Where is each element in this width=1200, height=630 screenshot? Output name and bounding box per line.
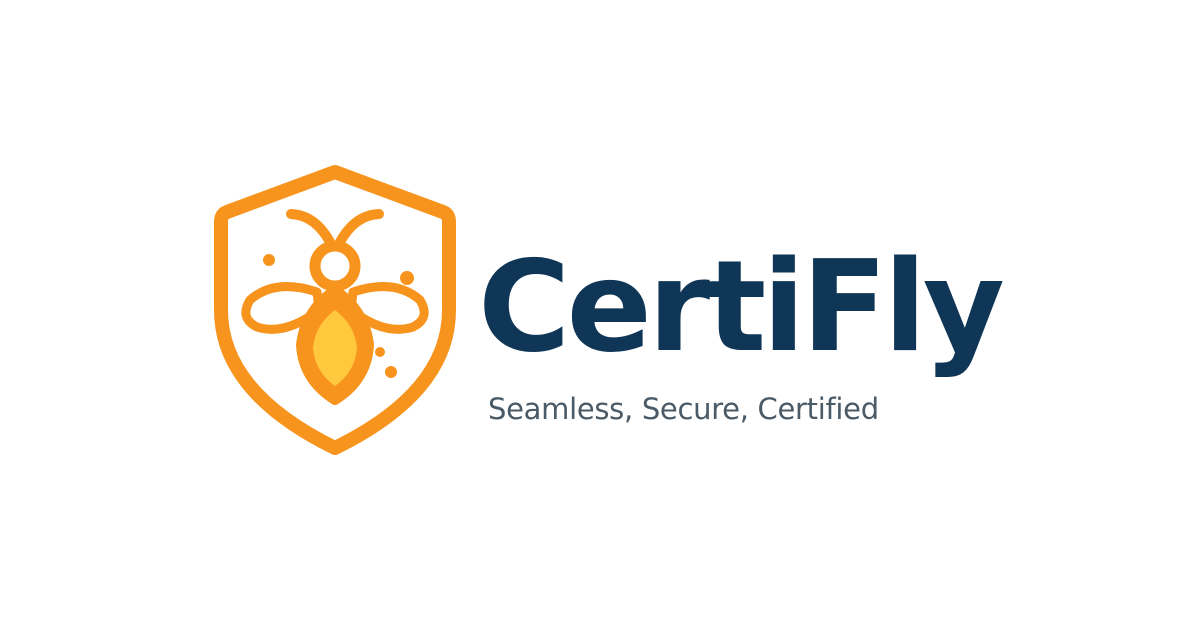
dot-top-left — [263, 254, 275, 266]
dot-top-right — [400, 271, 414, 285]
dot-mid-right — [375, 347, 385, 357]
left-antenna — [286, 209, 335, 247]
dot-bottom-right — [385, 366, 397, 378]
shield-bee-icon — [214, 165, 456, 455]
logo-lockup: CertiFly Seamless, Secure, Certified — [0, 0, 1200, 630]
brand-tagline: Seamless, Secure, Certified — [488, 392, 879, 426]
right-antenna — [335, 209, 384, 247]
brand-wordmark: CertiFly — [478, 233, 1005, 380]
bee-head — [309, 240, 361, 292]
